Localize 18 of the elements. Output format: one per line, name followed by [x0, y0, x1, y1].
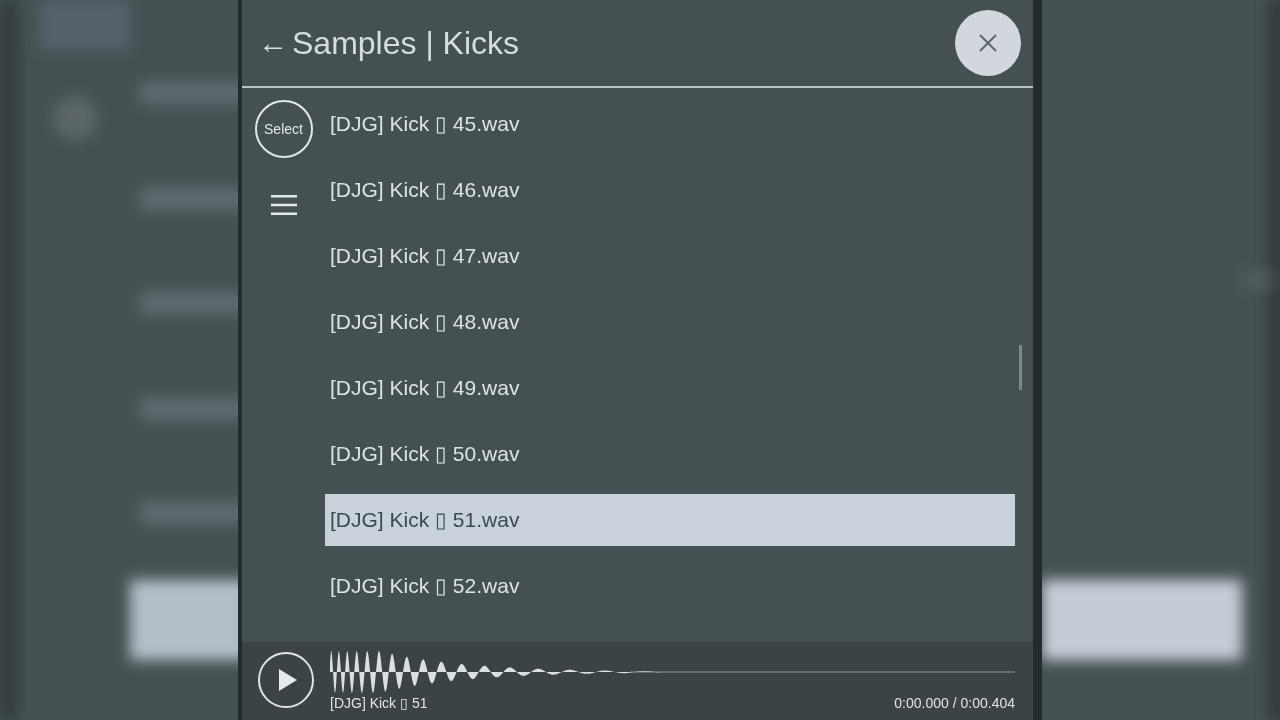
file-item[interactable]: [DJG] Kick ▯ 50.wav: [325, 428, 1015, 480]
file-item[interactable]: [DJG] Kick ▯ 47.wav: [325, 230, 1015, 282]
file-item[interactable]: [DJG] Kick ▯ 49.wav: [325, 362, 1015, 414]
scrollbar-thumb[interactable]: [1019, 345, 1022, 390]
track-name: [DJG] Kick ▯ 51: [330, 696, 428, 710]
file-item[interactable]: [DJG] Kick ▯ 51.wav: [325, 494, 1015, 546]
file-item[interactable]: [DJG] Kick ▯ 45.wav: [325, 98, 1015, 150]
time-display: 0:00.000 / 0:00.404: [894, 696, 1015, 710]
play-icon: [278, 669, 297, 691]
screen-title: Samples | Kicks: [292, 27, 520, 59]
file-item[interactable]: [DJG] Kick ▯ 48.wav: [325, 296, 1015, 348]
select-button[interactable]: Select: [254, 100, 313, 158]
play-button[interactable]: [258, 652, 314, 708]
menu-button[interactable]: [270, 194, 297, 216]
file-item[interactable]: [DJG] Kick ▯ 52.wav: [325, 560, 1015, 612]
file-item[interactable]: [DJG] Kick ▯ 46.wav: [325, 164, 1015, 216]
back-button[interactable]: ←: [258, 28, 288, 58]
menu-icon: [270, 194, 297, 216]
